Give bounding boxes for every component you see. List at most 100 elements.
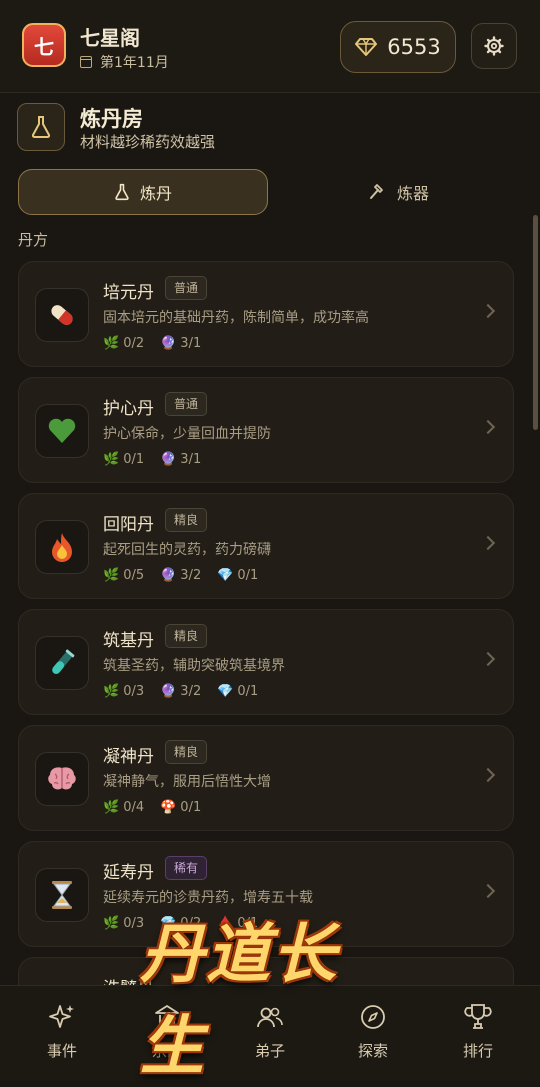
tab-forging[interactable]: 炼器: [276, 169, 522, 215]
recipe-desc: 筑基圣药，辅助突破筑基境界: [103, 658, 285, 674]
sect-logo[interactable]: 七: [22, 23, 66, 67]
nav-events[interactable]: 事件: [8, 986, 116, 1081]
scrollbar[interactable]: [533, 215, 538, 430]
material-count: 0/1: [180, 800, 202, 815]
material-count: 0/5: [123, 568, 145, 583]
materials-row: 🌿 0/1 🔮 3/1: [103, 452, 201, 467]
material-item: 🔮 3/1: [160, 336, 201, 351]
rarity-badge: 普通: [165, 392, 208, 416]
materials-row: 🌿 0/2 🔮 3/1: [103, 336, 201, 351]
orb-icon: 🔮: [160, 684, 177, 699]
rarity-badge: 稀有: [165, 856, 208, 880]
tab-alchemy[interactable]: 炼丹: [18, 169, 268, 215]
recipe-card[interactable]: 凝神丹 精良 凝神静气，服用后悟性大增 🌿 0/4 🍄 0/1: [18, 725, 514, 831]
recipe-desc: 固本培元的基础丹药，陈制简单，成功率高: [103, 310, 369, 326]
recipe-name: 培元丹: [103, 283, 154, 303]
material-item: 🌿 0/5: [103, 568, 144, 583]
tab-label: 炼丹: [139, 184, 172, 203]
recipe-desc: 凝神静气，服用后悟性大增: [103, 774, 271, 790]
material-count: 3/1: [180, 336, 202, 351]
game-logo-text: 丹道长生: [140, 917, 338, 1084]
orb-icon: 🔮: [160, 336, 177, 351]
fire-icon: [35, 520, 89, 574]
material-count: 0/1: [123, 452, 145, 467]
chevron-right-icon: [480, 883, 496, 899]
material-item: 🔮 3/2: [160, 568, 201, 583]
rarity-badge: 普通: [165, 276, 208, 300]
herb-icon: 🌿: [103, 336, 120, 351]
test-tube-icon: [35, 636, 89, 690]
material-item: 🌿 0/3: [103, 916, 144, 931]
chevron-right-icon: [480, 303, 496, 319]
chevron-right-icon: [480, 535, 496, 551]
top-header: 七 七星阁 第1年11月 6553: [0, 0, 540, 93]
nav-label: 事件: [46, 1042, 77, 1060]
calendar-icon: [80, 56, 92, 68]
material-count: 0/1: [237, 568, 259, 583]
material-count: 0/4: [123, 800, 145, 815]
tab-label: 炼器: [396, 184, 429, 203]
material-item: 🌿 0/3: [103, 684, 144, 699]
gem-counter[interactable]: 6553: [340, 21, 456, 73]
recipe-name: 延寿丹: [103, 863, 154, 883]
recipe-desc: 起死回生的灵药，药力磅礴: [103, 542, 271, 558]
recipe-card[interactable]: 培元丹 普通 固本培元的基础丹药，陈制简单，成功率高 🌿 0/2 🔮 3/1: [18, 261, 514, 367]
diamond-icon: [355, 38, 378, 56]
material-count: 3/1: [180, 452, 202, 467]
date-row: 第1年11月: [80, 52, 169, 72]
date-text: 第1年11月: [100, 55, 169, 71]
hammer-icon: [369, 184, 383, 199]
gem-count: 6553: [387, 35, 441, 59]
recipe-name: 凝神丹: [103, 747, 154, 767]
settings-button[interactable]: [471, 23, 517, 69]
recipe-name: 筑基丹: [103, 631, 154, 651]
nav-label: 排行: [462, 1042, 493, 1060]
flask-icon: [31, 116, 51, 138]
trophy-icon: [463, 1002, 493, 1032]
herb-icon: 🌿: [103, 916, 120, 931]
material-item: 🔮 3/1: [160, 452, 201, 467]
rarity-badge: 精良: [165, 740, 208, 764]
material-item: 💎 0/1: [217, 568, 258, 583]
materials-row: 🌿 0/3 🔮 3/2 💎 0/1: [103, 684, 258, 699]
alchemy-room-icon: [17, 103, 65, 151]
sect-logo-char: 七: [34, 34, 54, 59]
pill-icon: [35, 288, 89, 342]
material-item: 🌿 0/1: [103, 452, 144, 467]
hourglass-icon: [35, 868, 89, 922]
chevron-right-icon: [480, 651, 496, 667]
flask-icon: [115, 183, 129, 201]
recipe-card[interactable]: 回阳丹 精良 起死回生的灵药，药力磅礴 🌿 0/5 🔮 3/2 💎 0/1: [18, 493, 514, 599]
material-count: 3/2: [180, 568, 202, 583]
material-item: 🌿 0/4: [103, 800, 144, 815]
material-item: 🔮 3/2: [160, 684, 201, 699]
page-subtitle: 材料越珍稀药效越强: [80, 133, 216, 151]
brain-icon: [35, 752, 89, 806]
mushroom-icon: 🍄: [160, 800, 177, 815]
material-item: 🌿 0/2: [103, 336, 144, 351]
materials-row: 🌿 0/5 🔮 3/2 💎 0/1: [103, 568, 258, 583]
material-count: 0/3: [123, 684, 145, 699]
orb-icon: 🔮: [160, 568, 177, 583]
rarity-badge: 精良: [165, 624, 208, 648]
herb-icon: 🌿: [103, 684, 120, 699]
recipe-name: 护心丹: [103, 399, 154, 419]
rarity-badge: 精良: [165, 508, 208, 532]
material-count: 3/2: [180, 684, 202, 699]
material-item: 🍄 0/1: [160, 800, 201, 815]
recipe-desc: 护心保命，少量回血并提防: [103, 426, 271, 442]
chevron-right-icon: [480, 767, 496, 783]
diamond-icon: 💎: [217, 684, 234, 699]
material-count: 0/2: [123, 336, 145, 351]
orb-icon: 🔮: [160, 452, 177, 467]
materials-row: 🌿 0/4 🍄 0/1: [103, 800, 201, 815]
section-label-recipes: 丹方: [18, 231, 49, 249]
material-item: 💎 0/1: [217, 684, 258, 699]
recipe-card[interactable]: 筑基丹 精良 筑基圣药，辅助突破筑基境界 🌿 0/3 🔮 3/2 💎 0/1: [18, 609, 514, 715]
material-count: 0/1: [237, 684, 259, 699]
gear-icon: [484, 36, 504, 56]
nav-ranking[interactable]: 排行: [424, 986, 532, 1081]
diamond-icon: 💎: [217, 568, 234, 583]
herb-icon: 🌿: [103, 452, 120, 467]
recipe-card[interactable]: 护心丹 普通 护心保命，少量回血并提防 🌿 0/1 🔮 3/1: [18, 377, 514, 483]
